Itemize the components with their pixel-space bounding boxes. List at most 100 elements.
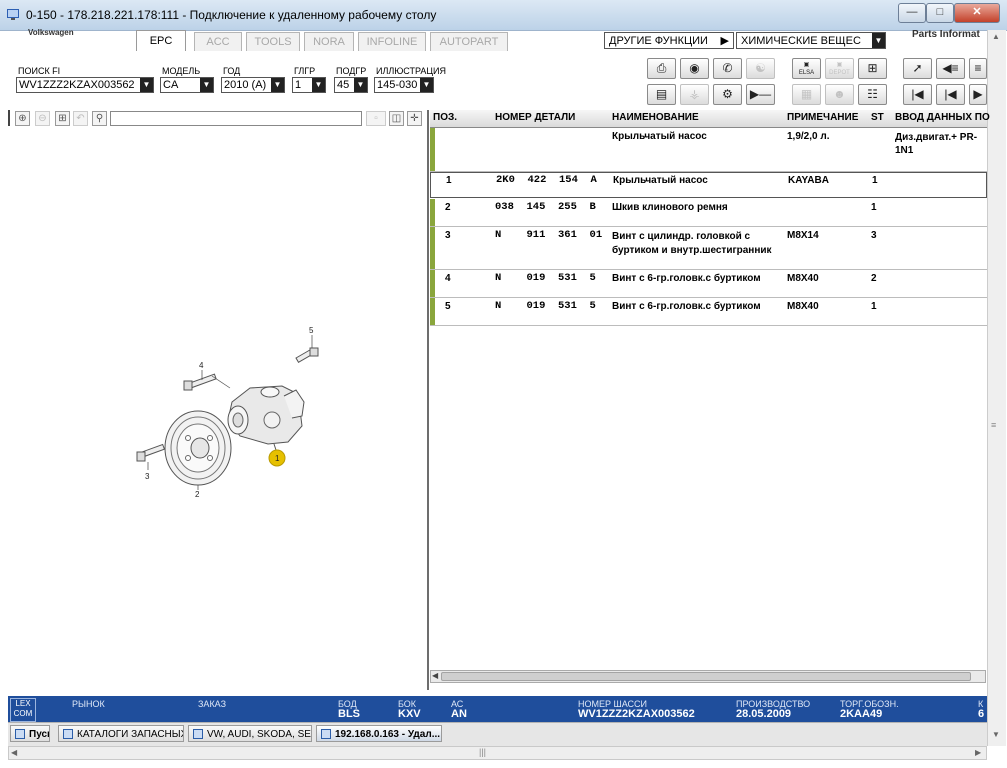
play-stop-button[interactable]: ▶— xyxy=(746,84,775,105)
connect-button[interactable]: ☯ xyxy=(746,58,775,79)
pane-splitter[interactable] xyxy=(427,110,429,690)
chevron-down-icon[interactable]: ▼ xyxy=(271,78,284,92)
previous-button[interactable]: |◀ xyxy=(936,84,965,105)
split-button[interactable]: ✛ xyxy=(407,111,422,126)
depot-label: DEPOT xyxy=(829,70,850,76)
tab-autopart[interactable]: AUTOPART xyxy=(430,32,508,51)
fax-button[interactable]: ✆ xyxy=(713,58,742,79)
maximize-button[interactable]: □ xyxy=(926,3,954,23)
tab-epc[interactable]: EPC xyxy=(136,30,186,51)
elsa-button[interactable]: ▣ ELSA xyxy=(792,58,821,79)
illustration-select[interactable]: 145-030 ▼ xyxy=(374,77,434,93)
brand-label: Volkswagen xyxy=(28,28,74,37)
exploded-diagram[interactable]: 1 2 3 4 5 xyxy=(120,320,340,505)
bolt-3[interactable] xyxy=(136,443,166,462)
magnifier-button[interactable]: ⚲ xyxy=(92,111,107,126)
close-button[interactable]: ✕ xyxy=(954,3,1000,23)
scroll-up-icon[interactable]: ▲ xyxy=(992,32,1000,41)
zoom-area-button[interactable]: ⊞ xyxy=(55,111,70,126)
depot-button[interactable]: ▣ DEPOT xyxy=(825,58,854,79)
scroll-right-icon[interactable]: ▶ xyxy=(975,748,981,757)
callout-5[interactable]: 5 xyxy=(309,326,314,335)
cart-add-button[interactable]: ⊞ xyxy=(858,58,887,79)
col-note-header[interactable]: ПРИМЕЧАНИЕ xyxy=(787,112,858,123)
main-group-select[interactable]: 1 ▼ xyxy=(292,77,326,93)
callout-4[interactable]: 4 xyxy=(199,361,204,370)
chemicals-select[interactable]: ХИМИЧЕСКИЕ ВЕЩЕС ▼ xyxy=(736,32,886,49)
scroll-thumb[interactable] xyxy=(441,672,971,681)
car-part-button[interactable]: ⚙ xyxy=(713,84,742,105)
table-title-row[interactable]: Крыльчатый насос 1,9/2,0 л. Диз.двигат.+… xyxy=(430,128,987,172)
pin-button[interactable]: ➚ xyxy=(903,58,932,79)
scroll-left-icon[interactable]: ◀ xyxy=(432,671,438,680)
taskbar-item-active[interactable]: 192.168.0.163 - Удал... xyxy=(316,725,442,742)
col-part-number-header[interactable]: НОМЕР ДЕТАЛИ xyxy=(495,112,575,123)
vane-pump[interactable] xyxy=(227,385,305,451)
chemicals-value: ХИМИЧЕСКИЕ ВЕЩЕС xyxy=(741,35,861,47)
tab-infoline[interactable]: INFOLINE xyxy=(358,32,426,51)
fi-search-field[interactable]: WV1ZZZ2KZAX003562 ▼ xyxy=(16,77,154,93)
zoom-out-icon: ⊖ xyxy=(38,113,47,124)
disc-button[interactable]: ◉ xyxy=(680,58,709,79)
row-marker xyxy=(430,298,435,325)
year-select[interactable]: 2010 (A) ▼ xyxy=(221,77,285,93)
pulley[interactable] xyxy=(164,410,232,486)
bolt-4[interactable] xyxy=(183,373,231,391)
list-forward-button[interactable]: ≡ xyxy=(969,58,987,79)
network-button[interactable]: ▦ xyxy=(792,84,821,105)
minimize-button[interactable]: — xyxy=(898,3,926,23)
start-button[interactable]: Пуск xyxy=(10,725,50,742)
chevron-down-icon[interactable]: ▼ xyxy=(312,78,325,92)
col-pos-header[interactable]: ПОЗ. xyxy=(433,112,457,123)
minimize-icon: — xyxy=(906,6,918,18)
list-button[interactable]: ▤ xyxy=(647,84,676,105)
diagram-search-field[interactable] xyxy=(110,111,362,126)
window-horizontal-scrollbar[interactable]: ◀ ||| ▶ xyxy=(8,746,987,760)
list-back-button[interactable]: ◀≡ xyxy=(936,58,965,79)
sub-group-select[interactable]: 45 ▼ xyxy=(334,77,368,93)
print-button[interactable]: ⎙ xyxy=(647,58,676,79)
chevron-down-icon[interactable]: ▼ xyxy=(872,33,885,48)
callout-2[interactable]: 2 xyxy=(195,490,200,499)
table-row[interactable]: 2 038 145 255 B Шкив клинового ремня 1 xyxy=(430,199,987,227)
chevron-down-icon[interactable]: ▼ xyxy=(420,78,433,92)
chevron-down-icon[interactable]: ▼ xyxy=(354,78,367,92)
scroll-down-icon[interactable]: ▼ xyxy=(992,730,1000,739)
callout-3[interactable]: 3 xyxy=(145,472,150,481)
col-data-entry-header[interactable]: ВВОД ДАННЫХ ПО xyxy=(895,112,990,123)
tab-acc[interactable]: ACC xyxy=(194,32,242,51)
model-select[interactable]: CA ▼ xyxy=(160,77,214,93)
fit-width-button[interactable]: ▫ xyxy=(366,111,386,126)
layout-button[interactable]: ◫ xyxy=(389,111,404,126)
row-pos: 3 xyxy=(445,230,451,241)
callout-1[interactable]: 1 xyxy=(275,454,280,463)
chevron-down-icon[interactable]: ▼ xyxy=(140,78,153,92)
col-name-header[interactable]: НАИМЕНОВАНИЕ xyxy=(612,112,699,123)
parts-information-link[interactable]: Parts Informat xyxy=(912,29,980,40)
chevron-down-icon[interactable]: ▼ xyxy=(200,78,213,92)
tab-tools[interactable]: TOOLS xyxy=(246,32,300,51)
col-st-header[interactable]: ST xyxy=(871,112,884,123)
zoom-out-button[interactable]: ⊖ xyxy=(35,111,50,126)
first-button[interactable]: |◀ xyxy=(903,84,932,105)
taskbar-item[interactable]: VW, AUDI, SKODA, SEAT xyxy=(188,725,312,742)
zoom-back-button[interactable]: ↶ xyxy=(73,111,88,126)
table-row[interactable]: 1 2K0 422 154 A Крыльчатый насос KAYABA … xyxy=(430,172,987,198)
row-name: Винт с 6-гр.головк.с буртиком xyxy=(612,273,761,284)
table-row[interactable]: 4 N 019 531 5 Винт с 6-гр.головк.с бурти… xyxy=(430,270,987,298)
row-marker xyxy=(430,128,435,171)
title-row-name: Крыльчатый насос xyxy=(612,131,707,142)
other-functions-menu[interactable]: ДРУГИЕ ФУНКЦИИ ▶ xyxy=(604,32,734,49)
window-vertical-scrollbar[interactable]: ▲ ≡ ▼ xyxy=(987,30,1006,746)
cart-button[interactable]: ☷ xyxy=(858,84,887,105)
table-row[interactable]: 5 N 019 531 5 Винт с 6-гр.головк.с бурти… xyxy=(430,298,987,326)
next-button[interactable]: ▶ xyxy=(969,84,987,105)
scroll-left-icon[interactable]: ◀ xyxy=(11,748,17,757)
taskbar-item[interactable]: КАТАЛОГИ ЗАПАСНЫХ ... xyxy=(58,725,184,742)
person-button[interactable]: ☻ xyxy=(825,84,854,105)
zoom-in-button[interactable]: ⊕ xyxy=(15,111,30,126)
bolt-5[interactable] xyxy=(295,347,319,364)
table-row[interactable]: 3 N 911 361 01 Винт с цилиндр. головкой … xyxy=(430,227,987,270)
key-button[interactable]: ⚶ xyxy=(680,84,709,105)
tab-nora[interactable]: NORA xyxy=(304,32,354,51)
